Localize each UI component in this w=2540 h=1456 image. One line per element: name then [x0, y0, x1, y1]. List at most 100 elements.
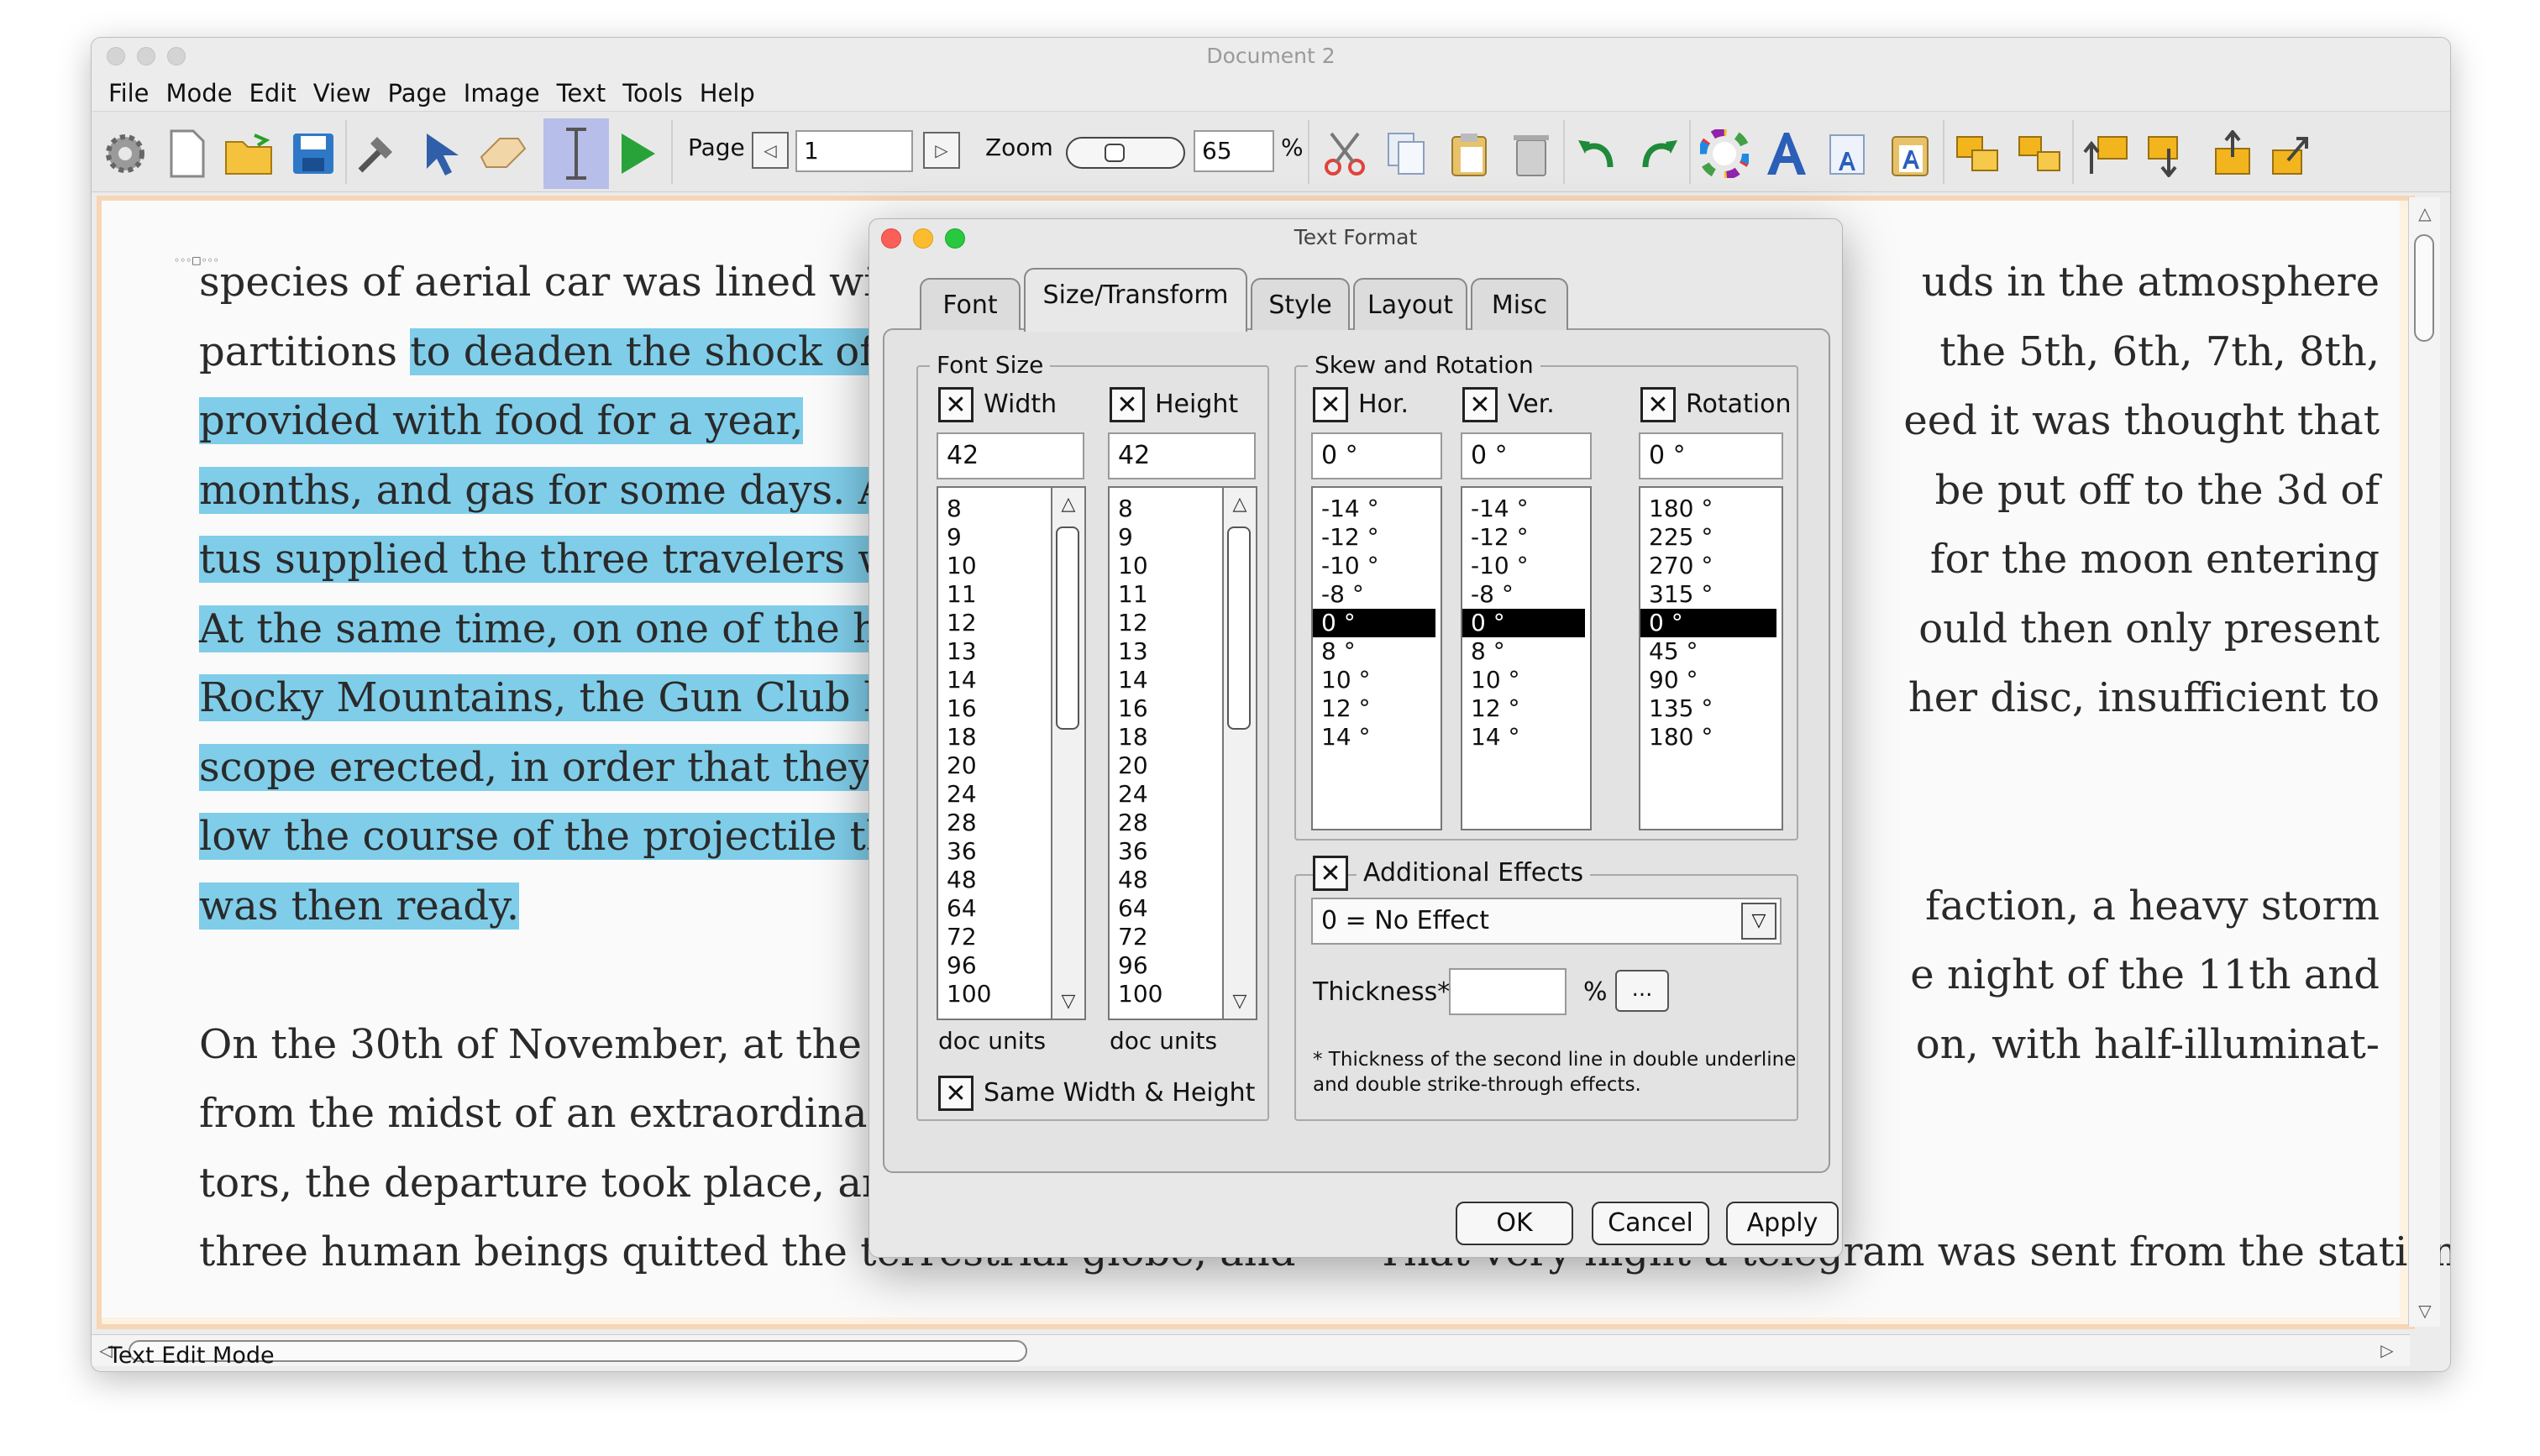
rotation-list[interactable]: 180 ° 225 ° 270 ° 315 ° 0 ° 45 ° 90 ° 135 ° 180 … — [1639, 486, 1783, 830]
send-to-back-icon[interactable] — [2269, 128, 2319, 179]
minimize-light[interactable] — [137, 47, 155, 65]
menu-view[interactable]: View — [305, 75, 380, 112]
menu-file[interactable]: File — [100, 75, 158, 112]
rotation-input[interactable]: 0 ° — [1639, 432, 1783, 479]
copy-icon[interactable] — [1382, 128, 1432, 179]
page-next-button[interactable]: ▷ — [923, 132, 960, 169]
list-item[interactable]: 8 ° — [1313, 637, 1441, 666]
scroll-up-arrow-icon[interactable]: △ — [1052, 488, 1084, 521]
horizontal-skew-checkbox[interactable]: ✕ — [1313, 387, 1348, 422]
zoom-slider[interactable] — [1066, 137, 1185, 169]
page-prev-button[interactable]: ◁ — [752, 132, 789, 169]
list-item[interactable]: 10 ° — [1462, 666, 1590, 694]
layer-ungroup-icon[interactable] — [2015, 128, 2065, 179]
height-checkbox[interactable]: ✕ — [1110, 387, 1145, 422]
cut-scissors-icon[interactable] — [1320, 128, 1370, 179]
text-format-icon[interactable] — [1761, 128, 1812, 179]
ok-button[interactable]: OK — [1456, 1202, 1573, 1245]
thickness-input[interactable] — [1449, 968, 1567, 1015]
save-disk-icon[interactable] — [288, 128, 338, 179]
menu-edit[interactable]: Edit — [241, 75, 305, 112]
horizontal-scrollbar[interactable]: ◁ ▷ — [92, 1334, 2410, 1366]
bring-to-front-icon[interactable] — [2207, 128, 2257, 179]
new-document-icon[interactable] — [162, 128, 213, 179]
list-item[interactable]: 45 ° — [1640, 637, 1782, 666]
scroll-up-arrow-icon[interactable]: △ — [1224, 488, 1256, 521]
list-item[interactable]: -10 ° — [1462, 552, 1590, 580]
width-input[interactable]: 42 — [937, 432, 1084, 479]
undo-icon[interactable] — [1572, 128, 1622, 179]
list-item[interactable]: 14 ° — [1462, 723, 1590, 752]
list-item[interactable]: 135 ° — [1640, 694, 1782, 723]
apply-button[interactable]: Apply — [1726, 1202, 1839, 1245]
bring-forward-icon[interactable] — [2082, 128, 2133, 179]
list-item[interactable]: 12 ° — [1313, 694, 1441, 723]
width-checkbox[interactable]: ✕ — [938, 387, 973, 422]
trash-icon[interactable] — [1506, 128, 1556, 179]
chevron-down-icon[interactable]: ▽ — [1741, 903, 1776, 940]
menu-help[interactable]: Help — [691, 75, 764, 112]
list-item[interactable]: -12 ° — [1462, 523, 1590, 552]
scroll-down-arrow-icon[interactable]: ▽ — [2414, 1300, 2436, 1322]
height-input[interactable]: 42 — [1108, 432, 1256, 479]
pointer-arrow-icon[interactable] — [416, 128, 466, 179]
hammer-tool-icon[interactable] — [352, 128, 402, 179]
zoom-light[interactable] — [167, 47, 186, 65]
zoom-input[interactable]: 65 — [1194, 130, 1274, 172]
vertical-skew-list[interactable]: -14 ° -12 ° -10 ° -8 ° 0 ° 8 ° 10 ° 12 ° 14 ° — [1461, 486, 1592, 830]
scroll-up-arrow-icon[interactable]: △ — [2414, 202, 2436, 224]
paste-clipboard-icon[interactable] — [1444, 128, 1494, 179]
height-list-scrollbar[interactable]: △ ▽ — [1222, 488, 1256, 1019]
menu-tools[interactable]: Tools — [614, 75, 690, 112]
dialog-close-button[interactable] — [881, 228, 901, 249]
layer-group-icon[interactable] — [1953, 128, 2003, 179]
list-item[interactable]: 14 ° — [1313, 723, 1441, 752]
list-item[interactable]: 10 ° — [1313, 666, 1441, 694]
tab-font[interactable]: Font — [920, 278, 1021, 330]
vertical-scrollbar[interactable]: △ ▽ — [2408, 197, 2440, 1327]
vertical-skew-checkbox[interactable]: ✕ — [1462, 387, 1498, 422]
horizontal-skew-list[interactable]: -14 ° -12 ° -10 ° -8 ° 0 ° 8 ° 10 ° 12 ° 14 ° — [1311, 486, 1442, 830]
open-folder-icon[interactable] — [224, 128, 275, 179]
list-item[interactable]: 315 ° — [1640, 580, 1782, 609]
tab-style[interactable]: Style — [1251, 278, 1350, 330]
page-input[interactable]: 1 — [795, 130, 913, 172]
thickness-options-button[interactable]: ... — [1615, 970, 1669, 1012]
list-item[interactable]: 8 ° — [1462, 637, 1590, 666]
hand-pan-icon[interactable] — [478, 128, 528, 179]
list-item[interactable]: 90 ° — [1640, 666, 1782, 694]
cancel-button[interactable]: Cancel — [1592, 1202, 1709, 1245]
rotation-checkbox[interactable]: ✕ — [1640, 387, 1676, 422]
vertical-skew-input[interactable]: 0 ° — [1461, 432, 1592, 479]
tab-layout[interactable]: Layout — [1353, 278, 1467, 330]
color-wheel-icon[interactable] — [1699, 128, 1750, 179]
width-size-list[interactable]: 8 9 10 11 12 13 14 16 18 20 24 28 36 48 64 72 96 100 △ ▽ — [937, 486, 1086, 1020]
play-icon[interactable] — [612, 128, 663, 179]
list-item[interactable]: 0 ° — [1462, 609, 1585, 637]
scroll-right-arrow-icon[interactable]: ▷ — [2376, 1339, 2398, 1361]
width-list-scrollbar[interactable]: △ ▽ — [1051, 488, 1084, 1019]
send-backward-icon[interactable] — [2144, 128, 2195, 179]
vertical-scroll-thumb[interactable] — [2414, 234, 2434, 342]
list-item[interactable]: 270 ° — [1640, 552, 1782, 580]
scroll-down-arrow-icon[interactable]: ▽ — [1224, 985, 1256, 1019]
menu-image[interactable]: Image — [455, 75, 548, 112]
list-item[interactable]: -14 ° — [1462, 495, 1590, 523]
list-item[interactable]: -12 ° — [1313, 523, 1441, 552]
list-item[interactable]: 0 ° — [1313, 609, 1435, 637]
tab-size-transform[interactable]: Size/Transform — [1024, 268, 1247, 332]
menu-page[interactable]: Page — [380, 75, 455, 112]
redo-icon[interactable] — [1634, 128, 1684, 179]
additional-effects-checkbox[interactable]: ✕ — [1313, 856, 1348, 891]
list-item[interactable]: 225 ° — [1640, 523, 1782, 552]
list-item[interactable]: 180 ° — [1640, 495, 1782, 523]
effects-select[interactable]: 0 = No Effect ▽ — [1311, 898, 1782, 945]
height-size-list[interactable]: 8 9 10 11 12 13 14 16 18 20 24 28 36 48 64 72 96 100 △ ▽ — [1108, 486, 1257, 1020]
menu-mode[interactable]: Mode — [158, 75, 241, 112]
menu-text[interactable]: Text — [548, 75, 615, 112]
list-item[interactable]: -8 ° — [1313, 580, 1441, 609]
list-item[interactable]: -14 ° — [1313, 495, 1441, 523]
close-light[interactable] — [107, 47, 125, 65]
horizontal-skew-input[interactable]: 0 ° — [1311, 432, 1442, 479]
same-width-height-checkbox[interactable]: ✕ — [938, 1076, 973, 1111]
